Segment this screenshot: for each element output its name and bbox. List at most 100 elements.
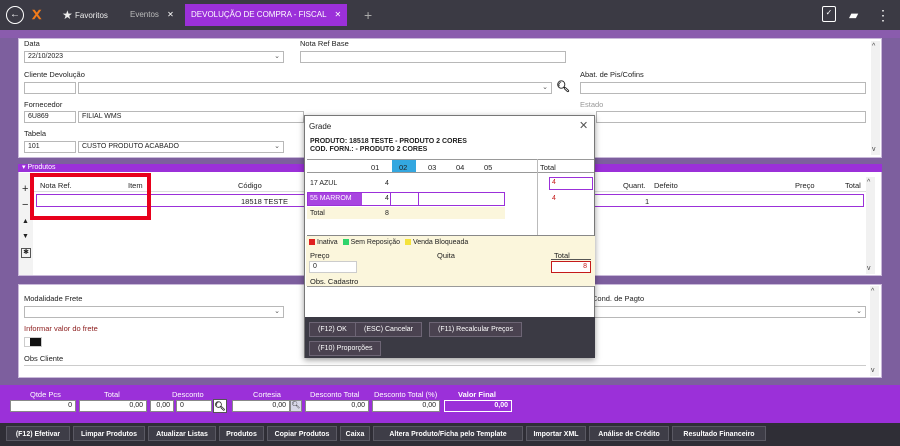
cancelar-button[interactable]: (ESC) Cancelar	[355, 322, 423, 337]
caixa-button[interactable]: Caixa	[340, 426, 370, 441]
desconto-code-field[interactable]: 0	[176, 400, 212, 412]
nota-ref-base-label: Nota Ref Base	[300, 39, 349, 48]
altera-produto-button[interactable]: Altera Produto/Ficha pelo Template	[373, 426, 523, 441]
move-down-icon[interactable]: ▼	[22, 233, 29, 240]
atualizar-listas-button[interactable]: Atualizar Listas	[148, 426, 216, 441]
more-icon[interactable]: ⋮	[876, 6, 890, 24]
valor-final-label: Valor Final	[458, 390, 496, 399]
limpar-produtos-button[interactable]: Limpar Produtos	[73, 426, 145, 441]
size-04[interactable]: 04	[456, 163, 464, 172]
cliente-code-field[interactable]	[24, 82, 76, 94]
qtde-pcs-field[interactable]: 0	[10, 400, 76, 412]
size-03[interactable]: 03	[428, 163, 436, 172]
cond-pagto-label: Cond. de Pagto	[592, 294, 645, 303]
frete-toggle[interactable]	[24, 337, 42, 347]
grade-row-name: 17 AZUL	[310, 180, 338, 187]
efetivar-button[interactable]: (F12) Efetivar	[6, 426, 70, 441]
desconto-total-value: 0,00	[351, 402, 365, 409]
search-icon[interactable]: 🔍︎	[556, 80, 570, 93]
lower-scrollbar[interactable]: ^ v	[870, 286, 879, 376]
move-up-icon[interactable]: ▲	[22, 218, 29, 225]
qtde-pcs-label: Qtde Pcs	[30, 390, 61, 399]
grade-obs-cadastro-field[interactable]	[307, 286, 594, 316]
inativa-swatch	[309, 239, 315, 245]
col-defeito[interactable]: Defeito	[654, 181, 678, 190]
tab-eventos[interactable]: Eventos ✕	[124, 4, 180, 26]
venda-bloqueada-swatch	[404, 239, 411, 245]
estado-field[interactable]	[596, 111, 866, 123]
desconto-value-field[interactable]: 0,00	[150, 400, 174, 412]
produtos-header-label: Produtos	[27, 164, 56, 171]
grade-preco-value: 0	[313, 263, 317, 270]
cond-pagto-field[interactable]: ⌄	[592, 306, 866, 318]
desconto-total-pct-field[interactable]: 0,00	[372, 400, 440, 412]
grade-total-col-divider	[537, 159, 538, 235]
total-field[interactable]: 0,00	[79, 400, 147, 412]
nota-ref-base-field[interactable]	[300, 51, 566, 63]
recalcular-precos-button[interactable]: (F11) Recalcular Preços	[429, 322, 522, 337]
valor-final-field: 0,00	[444, 400, 512, 412]
total-label: Total	[104, 390, 120, 399]
proporcoes-button[interactable]: (F10) Proporções	[309, 341, 382, 356]
chevron-down-icon[interactable]: ⌄	[274, 52, 280, 62]
grade-preco-field[interactable]: 0	[309, 261, 357, 273]
desconto-code: 0	[180, 402, 184, 409]
produtos-scrollbar[interactable]: ^ v	[866, 177, 875, 274]
importar-xml-button[interactable]: Importar XML	[526, 426, 586, 441]
desconto-total-field[interactable]: 0,00	[305, 400, 369, 412]
back-icon[interactable]: ←	[6, 6, 24, 24]
data-field[interactable]: 22/10/2023 ⌄	[24, 51, 284, 63]
chevron-down-icon[interactable]: ⌄	[274, 142, 280, 152]
size-02[interactable]: 02	[399, 163, 407, 172]
analise-credito-button[interactable]: Análise de Crédito	[589, 426, 669, 441]
tabela-name-field[interactable]: CUSTO PRODUTO ACABADO ⌄	[78, 141, 284, 153]
desconto-value: 0,00	[156, 402, 170, 409]
copiar-produtos-button[interactable]: Copiar Produtos	[267, 426, 337, 441]
ok-button[interactable]: (F12) OK	[309, 322, 356, 337]
size-01[interactable]: 01	[371, 163, 379, 172]
tab-favoritos[interactable]: ★ Favoritos	[56, 4, 114, 26]
produtos-button[interactable]: Produtos	[219, 426, 264, 441]
modalidade-frete-field[interactable]: ⌄	[24, 306, 284, 318]
fornecedor-name-field[interactable]: FILIAL WMS	[78, 111, 304, 123]
grid-icon[interactable]: ✱	[21, 248, 31, 258]
resultado-financeiro-button[interactable]: Resultado Financeiro	[672, 426, 766, 441]
sem-reposicao-swatch	[342, 239, 349, 245]
close-icon[interactable]: ✕	[167, 10, 174, 19]
highlight-box	[30, 173, 151, 220]
close-icon[interactable]: ✕	[335, 10, 342, 19]
abat-field[interactable]	[580, 82, 866, 94]
chevron-down-icon[interactable]: ⌄	[856, 307, 862, 317]
grade-total-row-name: Total	[310, 210, 325, 217]
grade-cell-divider	[390, 193, 391, 205]
logo-icon: ⅹ	[32, 6, 42, 23]
tabela-code-field[interactable]: 101	[24, 141, 76, 153]
cliente-name-field[interactable]: ⌄	[78, 82, 552, 94]
cortesia-field[interactable]: 0,00	[232, 400, 290, 412]
size-05[interactable]: 05	[484, 163, 492, 172]
fornecedor-code-field[interactable]: 6U869	[24, 111, 76, 123]
grade-total-field: 8	[551, 261, 591, 273]
add-row-icon[interactable]: +	[22, 183, 28, 195]
add-tab-icon[interactable]: +	[358, 4, 378, 26]
grade-row-value[interactable]: 4	[385, 180, 389, 187]
cortesia-search-icon[interactable]: 🔍︎	[290, 400, 302, 412]
chat-icon[interactable]: ▰	[849, 6, 858, 24]
col-total[interactable]: Total	[845, 181, 861, 190]
tabela-name: CUSTO PRODUTO ACABADO	[82, 143, 179, 150]
col-quant[interactable]: Quant.	[623, 181, 646, 190]
remove-row-icon[interactable]: −	[22, 199, 28, 211]
chevron-down-icon[interactable]: ⌄	[274, 307, 280, 317]
obs-cliente-label: Obs Cliente	[24, 354, 64, 363]
chevron-down-icon[interactable]: ⌄	[542, 83, 548, 93]
form-scrollbar[interactable]: ^ v	[871, 41, 880, 155]
col-codigo[interactable]: Código	[238, 181, 262, 190]
search-icon[interactable]: 🔍︎	[213, 399, 227, 413]
col-preco[interactable]: Preço	[795, 181, 815, 190]
tab-devolucao[interactable]: DEVOLUÇÃO DE COMPRA - FISCAL ✕	[185, 4, 348, 26]
clipboard-icon[interactable]: ✓	[822, 6, 836, 22]
grade-row-value[interactable]: 4	[385, 195, 389, 202]
cortesia-value: 0,00	[272, 402, 286, 409]
close-icon[interactable]: ✕	[579, 119, 588, 132]
obs-cliente-field[interactable]	[24, 365, 866, 375]
